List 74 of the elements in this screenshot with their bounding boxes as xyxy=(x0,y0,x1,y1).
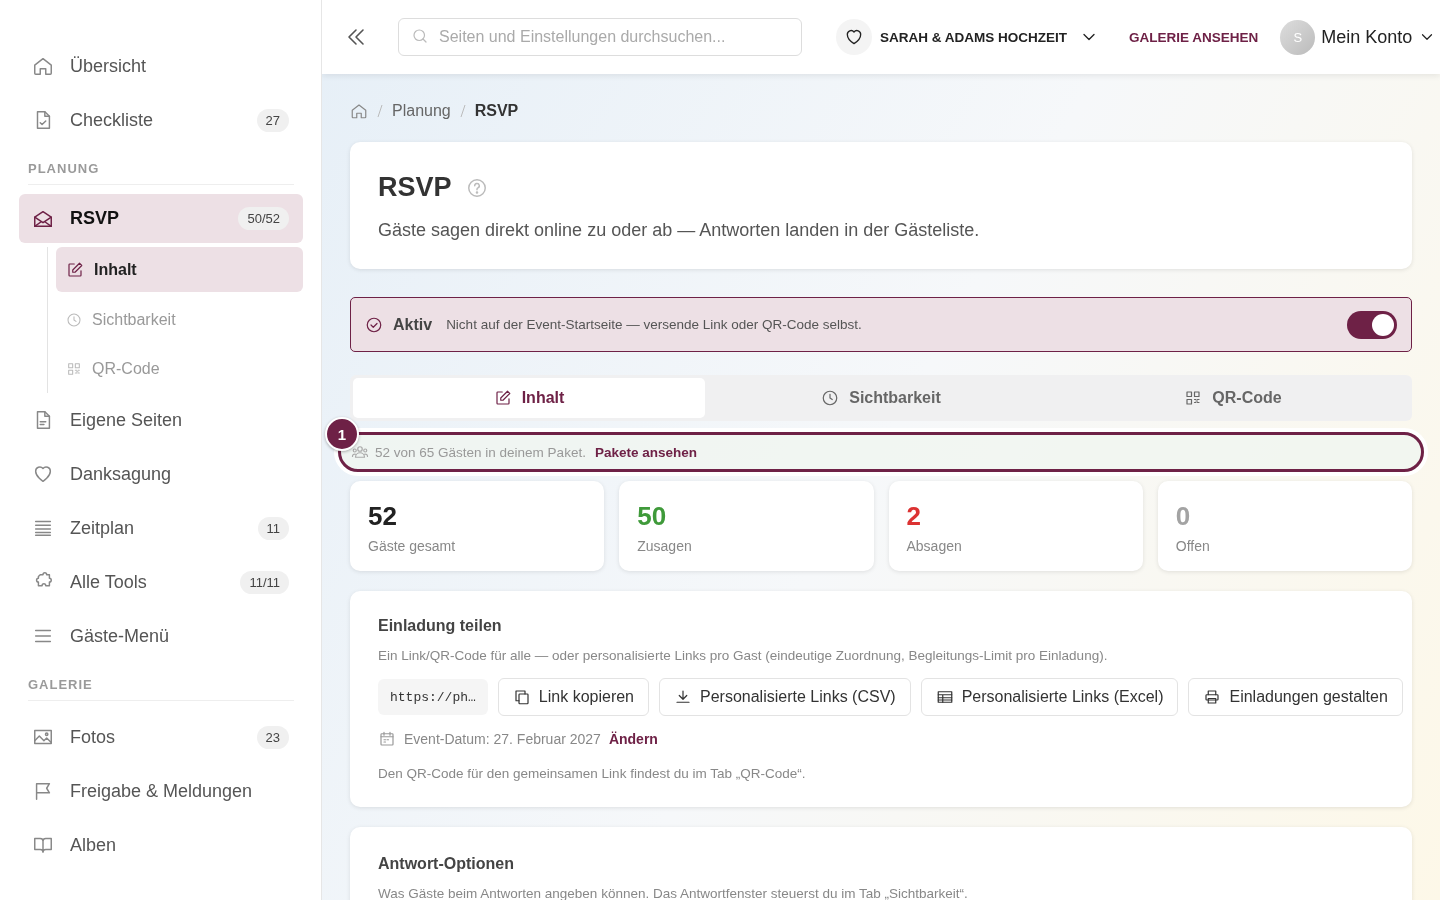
tab[interactable]: Sichtbarkeit xyxy=(705,378,1057,418)
edit-icon xyxy=(66,260,84,279)
stat-label: Absagen xyxy=(906,538,963,554)
action-button[interactable]: Link kopieren xyxy=(497,678,649,716)
stat-value: 50 xyxy=(637,501,668,532)
breadcrumb-separator-icon xyxy=(459,104,466,118)
sidebar-item[interactable]: RSVP 50/52 xyxy=(19,194,303,243)
link-field[interactable]: https://ph… xyxy=(378,679,488,715)
search-field[interactable]: Seiten und Einstellungen durchsuchen... xyxy=(398,18,802,56)
sidebar-item[interactable]: Freigabe & Meldungen xyxy=(19,764,303,818)
stat-value: 52 xyxy=(368,501,398,532)
section-heading: GALERIE xyxy=(28,677,294,701)
download-icon xyxy=(674,688,692,706)
count-badge: 11/11 xyxy=(240,570,289,594)
sidebar-item[interactable]: Eigene Seiten xyxy=(19,393,303,447)
breadcrumb-item: RSVP xyxy=(474,102,519,120)
printer-icon xyxy=(1203,688,1222,706)
action-button[interactable]: Personalisierte Links (CSV) xyxy=(659,678,911,716)
stat-label: Zusagen xyxy=(637,538,693,554)
sidebar-item[interactable]: Alben xyxy=(19,818,303,872)
qr-hint: Den QR-Code für den gemeinsamen Link findest du im Tab „QR-Code“. xyxy=(378,766,807,781)
stat-value: 0 xyxy=(1175,501,1192,532)
qr-code-icon xyxy=(1184,389,1203,407)
sidebar-item[interactable]: Danksagung xyxy=(19,447,303,501)
stat-label: Offen xyxy=(1175,538,1211,554)
section-title: Einladung teilen xyxy=(378,617,503,635)
section-description: Was Gäste beim Antworten angeben können. Das Antwortfenster steuerst du im Tab „Sichtbarkeit“. xyxy=(378,886,969,900)
event-date: Event-Datum: 27. Februar 2027 xyxy=(404,731,601,747)
users-icon xyxy=(351,443,369,461)
status-label: Aktiv xyxy=(393,315,433,334)
tab[interactable]: QR-Code xyxy=(1057,378,1409,418)
home-icon xyxy=(350,102,368,120)
stat-value: 2 xyxy=(906,501,922,532)
copy-icon xyxy=(512,688,531,706)
action-button[interactable]: Personalisierte Links (Excel) xyxy=(920,678,1179,716)
qr-code-icon xyxy=(66,360,82,377)
clock-icon xyxy=(66,311,82,328)
tab[interactable]: Inhalt xyxy=(353,378,705,418)
check-circle-icon xyxy=(365,315,383,334)
sidebar-subitem[interactable]: Inhalt xyxy=(56,247,303,292)
toggle-switch[interactable] xyxy=(1347,310,1397,339)
count-badge: 50/52 xyxy=(238,207,289,230)
section-title: Antwort-Optionen xyxy=(378,855,515,873)
breadcrumb-separator-icon xyxy=(377,104,383,118)
count-badge: 23 xyxy=(256,725,289,749)
clock-icon xyxy=(821,389,840,407)
step-badge: 1 xyxy=(325,417,359,451)
count-badge: 11 xyxy=(257,516,289,540)
gallery-link[interactable]: GALERIE ANSEHEN xyxy=(1129,29,1259,45)
help-icon xyxy=(465,176,488,199)
sidebar-item[interactable]: Gäste-Menü xyxy=(19,609,303,663)
change-date-link[interactable]: Ändern xyxy=(608,731,658,747)
sidebar-item[interactable]: Übersicht xyxy=(19,39,303,93)
page-title: RSVP xyxy=(378,172,452,203)
home-icon xyxy=(32,55,54,77)
stat-label: Gäste gesamt xyxy=(368,538,457,554)
edit-icon xyxy=(493,389,512,407)
notice-text: 52 von 65 Gästen in deinem Paket. xyxy=(375,444,586,460)
sidebar-item[interactable]: Zeitplan 11 xyxy=(19,501,303,555)
table-icon xyxy=(935,688,954,706)
section-description: Ein Link/QR-Code für alle — oder personalisierte Links pro Gast (eindeutige Zuordnung, Begleitungs-Limit pro Einladung). xyxy=(378,648,1109,663)
sidebar-item[interactable]: Checkliste 27 xyxy=(19,93,303,147)
packages-link[interactable]: Pakete ansehen xyxy=(594,444,697,460)
status-text: Nicht auf der Event-Startseite — versende Link oder QR-Code selbst. xyxy=(446,317,863,332)
action-button[interactable]: Einladungen gestalten xyxy=(1188,678,1403,716)
heart-icon xyxy=(32,463,54,485)
page-subtitle: Gäste sagen direkt online zu oder ab — Antworten landen in der Gästeliste. xyxy=(378,220,981,241)
section-heading: PLANUNG xyxy=(28,161,294,185)
calendar-icon xyxy=(378,730,396,748)
count-badge: 27 xyxy=(256,108,289,132)
sidebar-item[interactable]: Fotos 23 xyxy=(19,710,303,764)
sidebar-item[interactable]: Alle Tools 11/11 xyxy=(19,555,303,609)
breadcrumb-item[interactable]: Planung xyxy=(392,102,451,120)
event-selector[interactable]: SARAH & ADAMS HOCHZEIT xyxy=(880,27,1099,47)
